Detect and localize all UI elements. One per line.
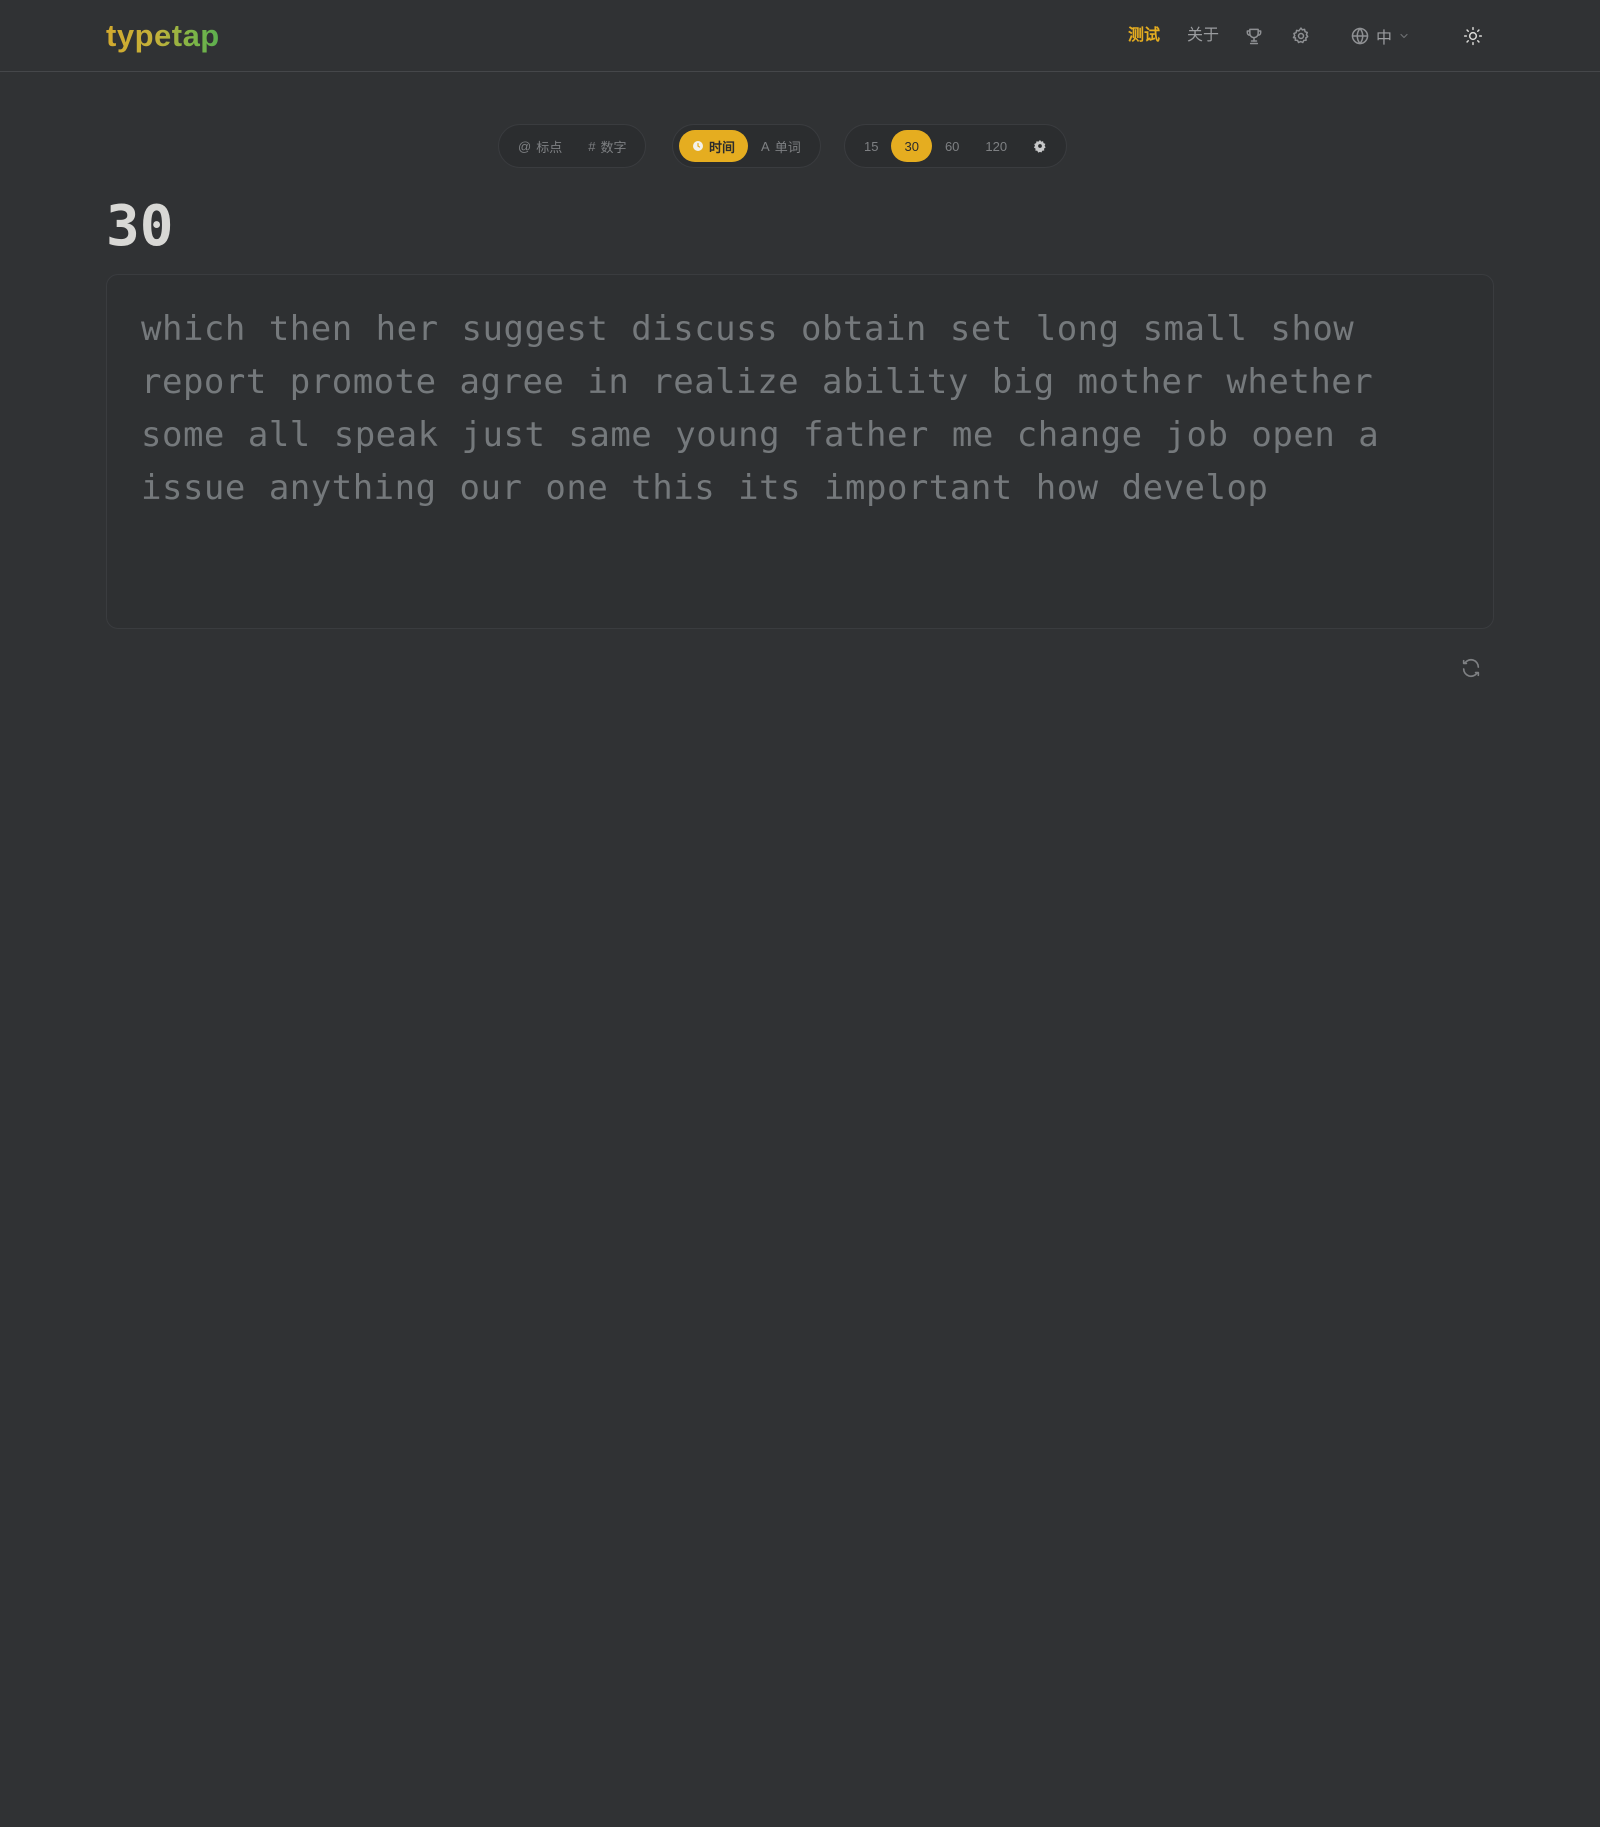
theme-toggle-button[interactable] bbox=[1457, 20, 1489, 52]
settings-button-wrap bbox=[1285, 20, 1317, 52]
leaderboard-button[interactable] bbox=[1238, 20, 1270, 52]
nav-test-wrap: 测试 bbox=[1128, 20, 1160, 52]
duration-60-button[interactable]: 60 bbox=[932, 130, 972, 162]
typing-area[interactable]: which then her suggest discuss obtain se… bbox=[106, 274, 1494, 629]
clock-icon bbox=[693, 141, 703, 151]
mode-time-label: 时间 bbox=[709, 139, 736, 155]
sun-icon bbox=[1463, 26, 1483, 46]
leaderboard-button-wrap bbox=[1238, 20, 1270, 52]
hash-icon: # bbox=[588, 138, 596, 154]
duration-toggle-group: 15 30 60 120 bbox=[844, 124, 1068, 168]
letter-a-icon: A bbox=[761, 138, 770, 154]
word-list: which then her suggest discuss obtain se… bbox=[141, 309, 1380, 508]
at-icon: @ bbox=[518, 138, 532, 154]
globe-icon bbox=[1351, 27, 1369, 45]
nav-about-wrap: 关于 bbox=[1187, 20, 1219, 52]
punctuation-toggle[interactable]: @ 标点 bbox=[505, 130, 575, 162]
language-selector[interactable]: 中 bbox=[1350, 24, 1410, 48]
language-label: 中 bbox=[1376, 30, 1393, 47]
gear-icon bbox=[1292, 27, 1309, 44]
duration-120-button[interactable]: 120 bbox=[972, 130, 1020, 162]
duration-30-button[interactable]: 30 bbox=[891, 130, 932, 162]
punctuation-label: 标点 bbox=[536, 139, 563, 155]
logo[interactable]: typetap bbox=[106, 16, 220, 56]
duration-15-button[interactable]: 15 bbox=[851, 130, 891, 162]
nav-link-about[interactable]: 关于 bbox=[1187, 20, 1219, 52]
numbers-toggle[interactable]: # 数字 bbox=[575, 130, 639, 162]
theme-toggle-wrap bbox=[1457, 20, 1489, 52]
restart-button[interactable] bbox=[1455, 652, 1487, 684]
modifier-toggle-group: @ 标点 # 数字 bbox=[498, 124, 647, 168]
mode-words-label: 单词 bbox=[774, 139, 801, 155]
nav-link-test[interactable]: 测试 bbox=[1128, 20, 1160, 52]
gear-icon bbox=[1034, 140, 1046, 153]
numbers-label: 数字 bbox=[600, 139, 627, 155]
header: typetap 测试 关于 中 bbox=[0, 0, 1600, 72]
mode-time-button[interactable]: 时间 bbox=[679, 130, 749, 162]
mode-words-button[interactable]: A 单词 bbox=[748, 130, 814, 162]
trophy-icon bbox=[1246, 28, 1262, 45]
settings-button[interactable] bbox=[1285, 20, 1317, 52]
timer-display: 30 bbox=[106, 194, 174, 259]
mode-toggle-group: 时间 A 单词 bbox=[672, 124, 821, 168]
refresh-icon bbox=[1462, 659, 1480, 677]
language-selector-wrap: 中 bbox=[1350, 20, 1410, 52]
chevron-down-icon bbox=[1400, 33, 1408, 39]
custom-duration-button[interactable] bbox=[1020, 130, 1060, 162]
